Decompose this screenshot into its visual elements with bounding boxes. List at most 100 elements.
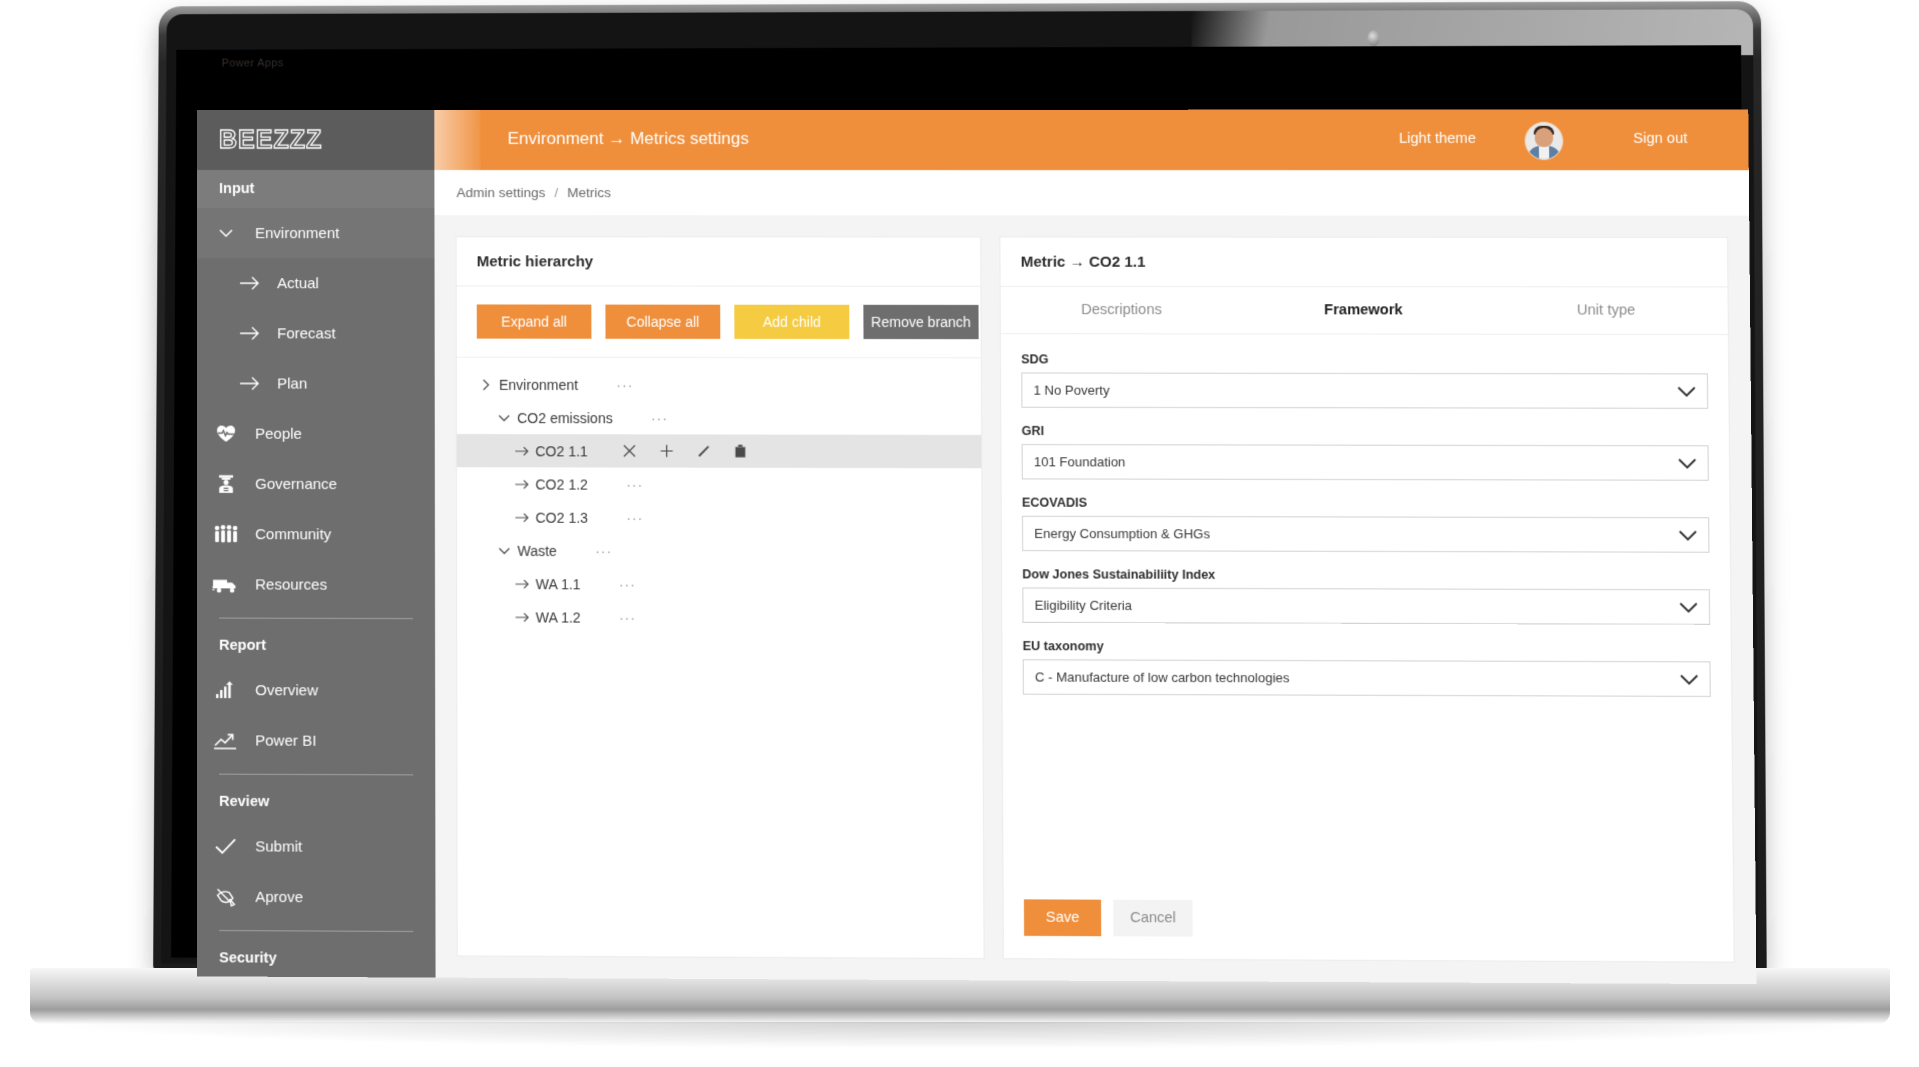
arrow-right-icon <box>223 375 277 391</box>
heartbeat-icon <box>197 424 255 444</box>
light-theme-toggle[interactable]: Light theme <box>1399 131 1476 147</box>
chevron-down-icon <box>197 223 255 243</box>
tree-node[interactable]: CO2 emissions ··· <box>457 401 981 435</box>
sidebar-divider <box>219 930 414 932</box>
tab-framework[interactable]: Framework <box>1242 287 1485 334</box>
chevron-down-icon[interactable] <box>491 543 517 557</box>
dow-jones-select[interactable]: Eligibility Criteria <box>1022 587 1711 625</box>
sidebar-section-report: Report <box>219 637 266 654</box>
tab-descriptions[interactable]: Descriptions <box>1001 287 1243 334</box>
sidebar-item-label: Overview <box>255 681 319 699</box>
metric-hierarchy-title: Metric hierarchy <box>456 237 981 287</box>
chevron-right-icon[interactable] <box>473 377 499 391</box>
avatar-face <box>1534 127 1554 147</box>
trash-icon[interactable] <box>734 444 747 459</box>
tab-unit-type[interactable]: Unit type <box>1484 287 1727 334</box>
arrow-right-icon <box>509 578 535 590</box>
brand-logo[interactable]: BEEZZZ <box>197 109 435 171</box>
tree-node-label: Environment <box>498 376 579 393</box>
app-viewport: BEEZZZ Input Environment Actual Forecast… <box>197 109 1757 985</box>
sign-out-button[interactable]: Sign out <box>1633 131 1687 147</box>
avatar-shirt <box>1538 145 1550 161</box>
plus-icon[interactable] <box>659 443 674 458</box>
tree-node-overflow-icon[interactable]: ··· <box>619 609 636 625</box>
form-footer: Save Cancel <box>1004 899 1734 961</box>
sidebar-item-governance[interactable]: Governance <box>197 459 435 510</box>
field-label: Dow Jones Sustainabiliity Index <box>1022 567 1216 582</box>
expand-all-button[interactable]: Expand all <box>476 304 592 339</box>
tree-node-label: CO2 1.3 <box>535 509 588 526</box>
arrow-right-icon <box>509 445 535 457</box>
save-button[interactable]: Save <box>1023 899 1102 937</box>
sidebar-item-submit[interactable]: Submit <box>197 821 435 872</box>
laptop-shadow <box>60 1022 1860 1048</box>
cancel-button[interactable]: Cancel <box>1113 899 1193 937</box>
select-value: Eligibility Criteria <box>1034 597 1133 614</box>
tree-node-label: CO2 1.2 <box>535 475 588 493</box>
gri-select[interactable]: 101 Foundation <box>1021 444 1709 481</box>
chevron-down-icon <box>1679 673 1700 685</box>
field-dow-jones-sustainability-index: Dow Jones Sustainabiliity Index Eligibil… <box>1022 567 1711 625</box>
tree-node[interactable]: CO2 1.2 ··· <box>457 467 982 501</box>
sidebar-item-community[interactable]: Community <box>197 509 435 560</box>
close-icon[interactable] <box>622 443 637 458</box>
tree-node[interactable]: Environment ··· <box>457 368 981 402</box>
collapse-all-button[interactable]: Collapse all <box>605 304 721 339</box>
sidebar-section-review: Review <box>219 793 270 811</box>
sidebar-item-label: People <box>255 425 302 443</box>
sidebar-item-power-bi[interactable]: Power BI <box>197 715 435 766</box>
tree-node[interactable]: WA 1.1 ··· <box>457 567 982 602</box>
chevron-down-icon[interactable] <box>491 410 517 424</box>
tree-node[interactable]: WA 1.2 ··· <box>457 600 982 635</box>
brand-name: BEEZZZ <box>218 125 323 154</box>
officer-icon <box>197 473 255 495</box>
chevron-down-icon <box>1678 529 1699 541</box>
sidebar-item-label: Submit <box>255 837 303 856</box>
sidebar-item-aprove[interactable]: Aprove <box>197 871 435 923</box>
sdg-select[interactable]: 1 No Poverty <box>1021 372 1709 409</box>
tree-node-overflow-icon[interactable]: ··· <box>626 509 643 525</box>
add-child-button[interactable]: Add child <box>734 304 850 340</box>
tree-node-overflow-icon[interactable]: ··· <box>619 576 636 592</box>
tree-node-overflow-icon[interactable]: ··· <box>595 543 612 559</box>
tree-node-label: CO2 1.1 <box>535 442 588 459</box>
tree-node-overflow-icon[interactable]: ··· <box>616 376 633 392</box>
tree-node[interactable]: CO2 1.3 ··· <box>457 500 982 534</box>
sidebar-item-forecast[interactable]: Forecast <box>197 308 435 358</box>
metric-detail-panel: Metric → CO2 1.1 Descriptions Framework … <box>1000 237 1734 962</box>
sidebar-item-plan[interactable]: Plan <box>197 358 435 409</box>
pencil-icon[interactable] <box>697 444 712 459</box>
breadcrumb-current[interactable]: Metrics <box>567 185 611 200</box>
tree-node[interactable]: Waste ··· <box>457 534 982 569</box>
remove-branch-button[interactable]: Remove branch <box>863 304 979 340</box>
tree-node-selected[interactable]: CO2 1.1 <box>456 434 982 469</box>
sidebar-item-label: Environment <box>255 224 340 242</box>
field-sdg: SDG 1 No Poverty <box>1021 352 1709 409</box>
metric-detail-title: Metric → CO2 1.1 <box>1000 237 1728 288</box>
chevron-down-icon <box>1677 457 1698 469</box>
sidebar-item-actual[interactable]: Actual <box>197 258 435 308</box>
hierarchy-toolbar: Expand all Collapse all Add child Remove… <box>456 286 981 359</box>
tree-node-overflow-icon[interactable]: ··· <box>651 410 668 426</box>
stamp-icon <box>197 886 255 908</box>
breadcrumb-root[interactable]: Admin settings <box>456 185 545 200</box>
eu-taxonomy-select[interactable]: C - Manufacture of low carbon technologi… <box>1022 659 1711 697</box>
metric-hierarchy-panel: Metric hierarchy Expand all Collapse all… <box>456 237 984 958</box>
sidebar-item-people[interactable]: People <box>197 409 435 460</box>
tree-row-actions <box>622 443 747 458</box>
breadcrumb: Admin settings / Metrics <box>434 170 1750 217</box>
content-area: Metric hierarchy Expand all Collapse all… <box>434 215 1757 985</box>
people-group-icon <box>197 524 255 544</box>
ecovadis-select[interactable]: Energy Consumption & GHGs <box>1021 515 1710 553</box>
sidebar-item-environment[interactable]: Environment <box>197 208 435 258</box>
arrow-right-icon <box>509 511 535 523</box>
tree-node-overflow-icon[interactable]: ··· <box>626 476 643 492</box>
sidebar-item-overview[interactable]: Overview <box>197 665 435 716</box>
avatar[interactable] <box>1524 121 1564 161</box>
sidebar-group-environment: Environment <box>197 208 435 259</box>
browser-tab-title[interactable]: Power Apps <box>222 57 284 69</box>
sidebar-item-label: Plan <box>277 374 308 393</box>
sidebar-item-label: Governance <box>255 475 338 493</box>
page-title: Environment → Metrics settings <box>507 128 749 148</box>
sidebar-item-resources[interactable]: Resources <box>197 559 435 610</box>
